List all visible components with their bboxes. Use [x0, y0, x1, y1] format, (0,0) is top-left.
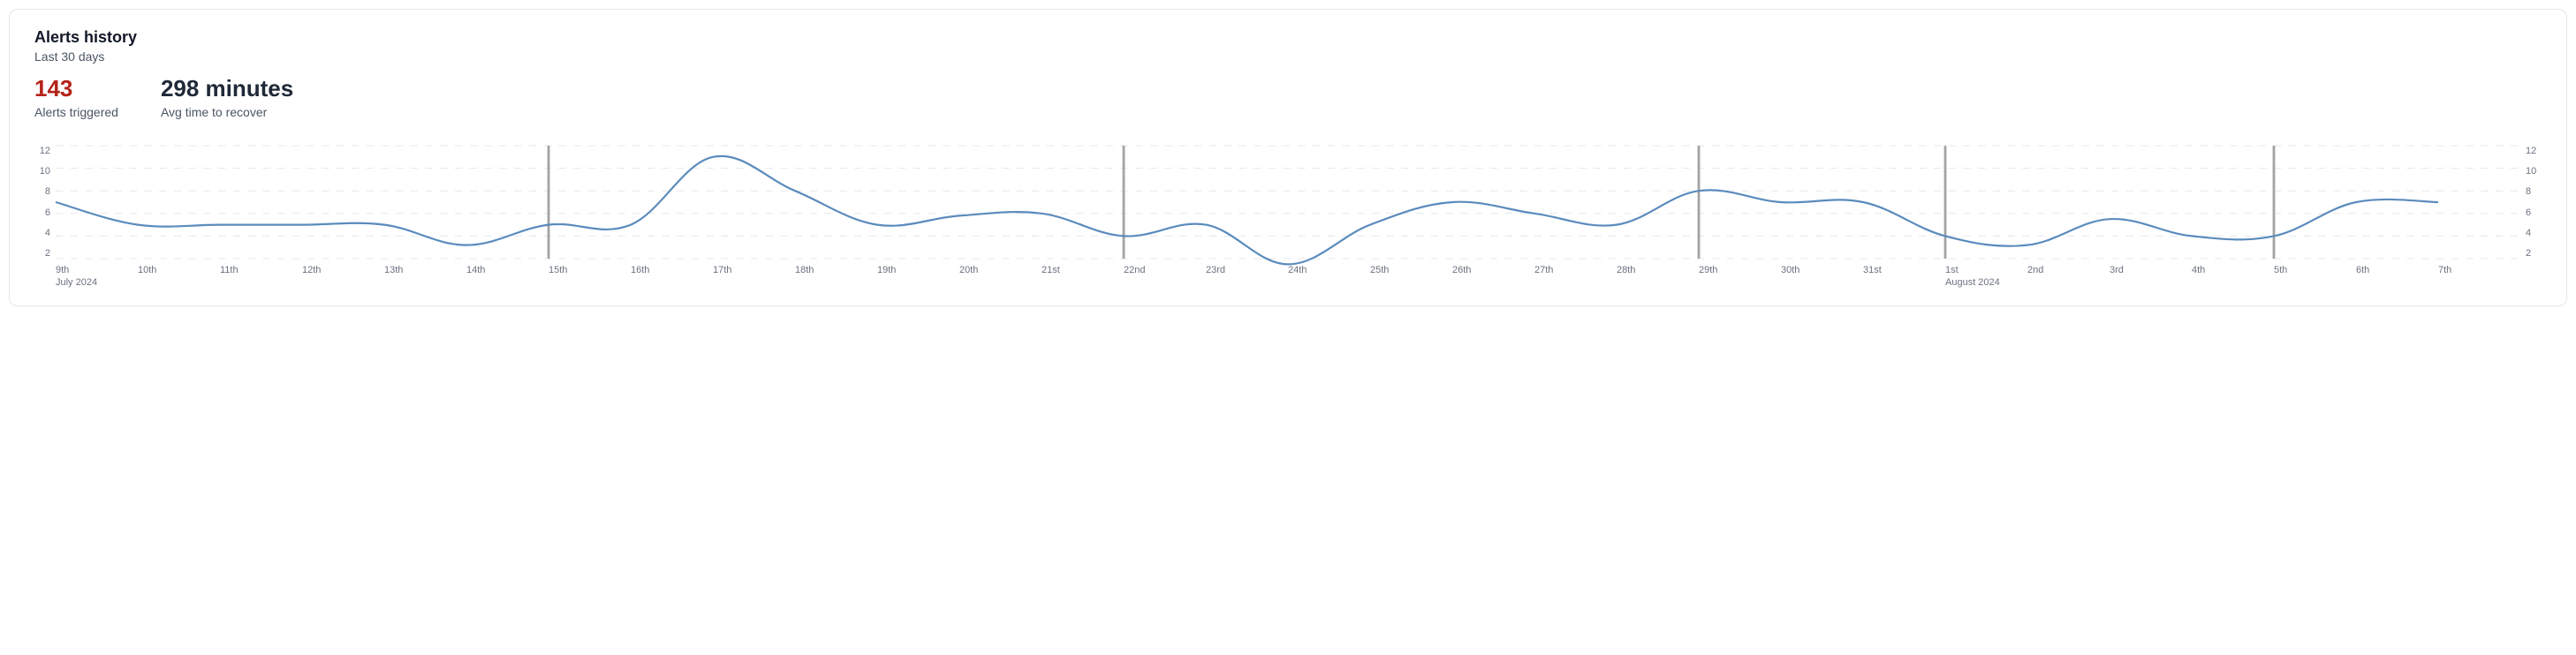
stat-label: Alerts triggered: [34, 105, 118, 119]
x-tick: 10th: [138, 264, 220, 290]
x-tick: 7th: [2438, 264, 2520, 290]
y-tick: 2: [2526, 248, 2542, 259]
x-axis: 9thJuly 202410th11th12th13th14th15th16th…: [56, 264, 2520, 290]
chart-area: 12 10 8 6 4 2 12 10 8 6 4 2: [34, 146, 2542, 259]
x-tick: 30th: [1781, 264, 1863, 290]
x-tick: 5th: [2274, 264, 2356, 290]
x-tick: 18th: [795, 264, 877, 290]
x-tick: 26th: [1452, 264, 1534, 290]
x-tick: 27th: [1534, 264, 1617, 290]
y-tick: 12: [2526, 146, 2542, 156]
x-tick: 13th: [384, 264, 466, 290]
y-axis-left: 12 10 8 6 4 2: [34, 146, 56, 259]
x-tick: 4th: [2192, 264, 2274, 290]
y-tick: 6: [2526, 207, 2542, 218]
card-subtitle: Last 30 days: [34, 49, 2542, 64]
x-tick: 3rd: [2110, 264, 2192, 290]
stat-value: 143: [34, 76, 118, 102]
y-tick: 10: [34, 166, 50, 177]
y-tick: 4: [2526, 228, 2542, 238]
card-header: Alerts history Last 30 days: [34, 27, 2542, 64]
x-tick: 19th: [877, 264, 959, 290]
x-tick: 14th: [466, 264, 549, 290]
alerts-history-card: Alerts history Last 30 days 143 Alerts t…: [9, 9, 2567, 306]
x-tick: 16th: [631, 264, 713, 290]
y-axis-right: 12 10 8 6 4 2: [2520, 146, 2542, 259]
x-tick: 29th: [1699, 264, 1781, 290]
x-tick: 1stAugust 2024: [1945, 264, 2027, 290]
y-tick: 12: [34, 146, 50, 156]
x-tick: 2nd: [2027, 264, 2110, 290]
x-tick: 9thJuly 2024: [56, 264, 138, 290]
chart-plot: [56, 146, 2520, 259]
x-tick: 23rd: [1206, 264, 1288, 290]
y-tick: 4: [34, 228, 50, 238]
stats-row: 143 Alerts triggered 298 minutes Avg tim…: [34, 76, 2542, 119]
card-title: Alerts history: [34, 27, 2542, 48]
x-tick: 25th: [1370, 264, 1452, 290]
stat-alerts-triggered: 143 Alerts triggered: [34, 76, 118, 119]
y-tick: 10: [2526, 166, 2542, 177]
x-tick: 21st: [1042, 264, 1124, 290]
x-tick: 6th: [2356, 264, 2438, 290]
stat-value: 298 minutes: [161, 76, 293, 102]
y-tick: 2: [34, 248, 50, 259]
y-tick: 6: [34, 207, 50, 218]
x-tick: 17th: [713, 264, 795, 290]
x-tick: 31st: [1863, 264, 1945, 290]
y-tick: 8: [2526, 186, 2542, 197]
x-tick: 20th: [959, 264, 1042, 290]
chart-svg: [56, 146, 2520, 259]
x-tick: 24th: [1288, 264, 1370, 290]
x-tick: 28th: [1617, 264, 1699, 290]
x-tick: 15th: [549, 264, 631, 290]
x-tick: 12th: [302, 264, 384, 290]
stat-label: Avg time to recover: [161, 105, 293, 119]
stat-avg-time-to-recover: 298 minutes Avg time to recover: [161, 76, 293, 119]
x-tick: 11th: [220, 264, 302, 290]
x-tick: 22nd: [1124, 264, 1206, 290]
y-tick: 8: [34, 186, 50, 197]
